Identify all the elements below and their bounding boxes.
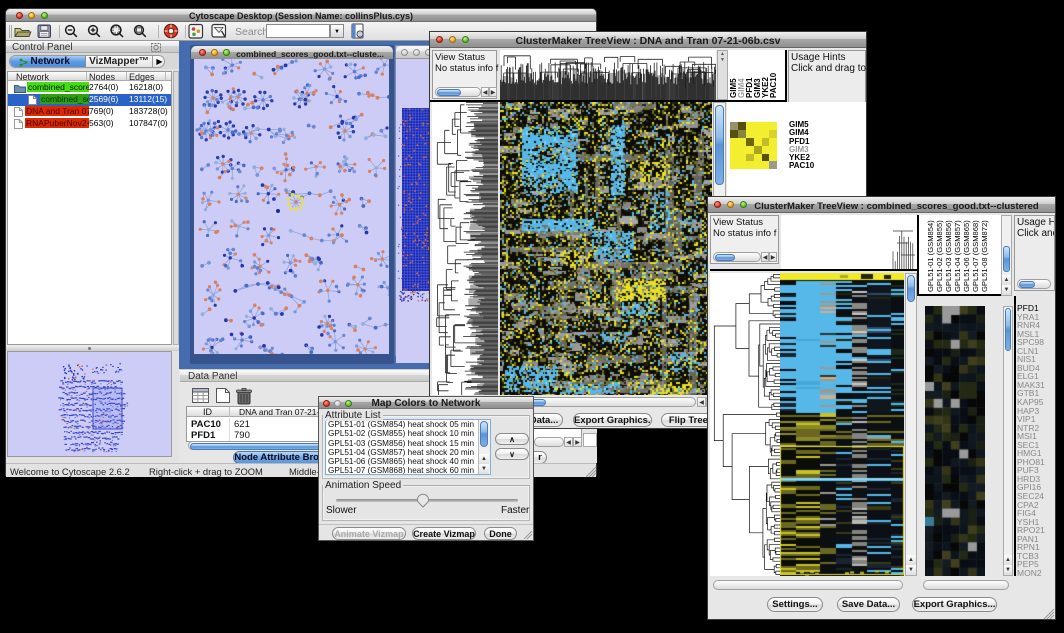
svg-text:GPL51-08 (GSM872): GPL51-08 (GSM872) xyxy=(980,220,989,292)
svg-text:GPL51-07 (GSM868): GPL51-07 (GSM868) xyxy=(971,220,980,292)
svg-text:GPL51-06 (GSM865): GPL51-06 (GSM865) xyxy=(962,220,971,292)
svg-text:GPL51-04 (GSM857): GPL51-04 (GSM857) xyxy=(953,220,962,292)
svg-text:GPL51-03 (GSM856): GPL51-03 (GSM856) xyxy=(944,220,953,292)
svg-text:PAC10: PAC10 xyxy=(769,72,778,98)
svg-text:GPL51-01 (GSM854): GPL51-01 (GSM854) xyxy=(926,220,935,292)
svg-text:GPL51-02 (GSM855): GPL51-02 (GSM855) xyxy=(935,220,944,292)
